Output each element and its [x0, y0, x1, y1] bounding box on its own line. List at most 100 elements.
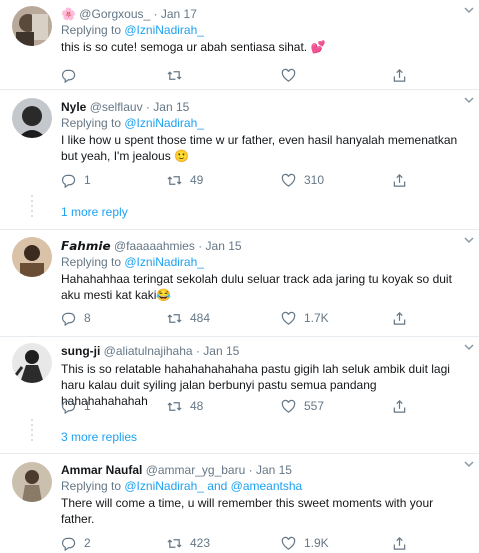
reply-count: 1	[84, 399, 91, 413]
reply-icon	[61, 400, 76, 414]
separator-dot: ·	[145, 100, 150, 114]
retweet-count: 49	[190, 173, 204, 187]
user-handle[interactable]: @aliatulnajihaha	[104, 344, 193, 358]
like-button[interactable]: 1.7K	[281, 309, 329, 327]
reply-count: 8	[84, 311, 91, 325]
retweet-count: 48	[190, 399, 204, 413]
tweet[interactable]: 🌸 @Gorgxous_ · Jan 17 Replying to @IzniN…	[0, 0, 479, 90]
tweet[interactable]: sung-ji @aliatulnajihaha · Jan 15 This i…	[0, 337, 479, 454]
separator-dot: ·	[195, 344, 200, 358]
user-handle[interactable]: @ammar_yg_baru	[146, 463, 246, 477]
reply-button[interactable]: 2	[61, 534, 91, 552]
reply-icon	[61, 69, 76, 83]
separator-dot: ·	[153, 7, 158, 21]
reply-icon	[61, 537, 76, 551]
separator-dot: ·	[248, 463, 253, 477]
retweet-icon	[167, 401, 182, 411]
replying-prefix: Replying to	[61, 479, 125, 493]
like-count: 1.9K	[304, 536, 329, 550]
like-icon	[281, 311, 296, 325]
retweet-icon	[167, 313, 182, 323]
retweet-button[interactable]: 49	[167, 171, 203, 189]
like-button[interactable]: 1.9K	[281, 534, 329, 552]
like-icon	[281, 68, 296, 82]
mention-link[interactable]: @IzniNadirah_	[124, 479, 204, 493]
retweet-icon	[167, 70, 182, 80]
more-replies-link[interactable]: 3 more replies	[61, 430, 137, 444]
user-handle[interactable]: @selflauv	[90, 100, 143, 114]
like-count: 557	[304, 399, 325, 413]
mention-join[interactable]: and	[204, 479, 231, 493]
tweet-actions: 1 49 310	[61, 171, 421, 189]
share-icon	[393, 536, 406, 550]
retweet-button[interactable]: 484	[167, 309, 210, 327]
retweet-button[interactable]: 423	[167, 534, 210, 552]
reply-button[interactable]: 1	[61, 397, 91, 415]
retweet-icon	[167, 538, 182, 548]
display-name[interactable]: Nyle	[61, 100, 86, 114]
more-replies-link[interactable]: 1 more reply	[61, 205, 128, 219]
like-button[interactable]: 310	[281, 171, 324, 189]
share-button[interactable]	[392, 534, 407, 552]
tweet[interactable]: 𝙁𝙖𝙝𝙢𝙞𝙚 @faaaaahmies · Jan 15 Replying to…	[0, 230, 479, 337]
like-button[interactable]: 557	[281, 397, 324, 415]
share-button[interactable]	[392, 309, 407, 327]
retweet-button[interactable]: 48	[167, 397, 203, 415]
like-count: 1.7K	[304, 311, 329, 325]
display-name[interactable]: 🌸	[61, 7, 76, 21]
mention-link[interactable]: @IzniNadirah_	[124, 255, 204, 269]
tweet-actions	[61, 66, 421, 84]
tweet-date[interactable]: Jan 17	[161, 7, 197, 21]
reply-button[interactable]	[61, 66, 84, 84]
replying-to: Replying to @IzniNadirah_ and @ameantsha	[61, 479, 465, 494]
replying-to: Replying to @IzniNadirah_	[61, 23, 465, 38]
replying-prefix: Replying to	[61, 116, 125, 130]
reply-button[interactable]: 8	[61, 309, 91, 327]
reply-count: 2	[84, 536, 91, 550]
mention-link[interactable]: @IzniNadirah_	[124, 23, 204, 37]
replying-prefix: Replying to	[61, 23, 125, 37]
like-button[interactable]	[281, 66, 304, 84]
tweet-actions: 2 423 1.9K	[61, 534, 421, 552]
retweet-icon	[167, 175, 182, 185]
user-handle[interactable]: @Gorgxous_	[79, 7, 150, 21]
like-icon	[281, 173, 296, 187]
avatar[interactable]	[12, 237, 52, 277]
avatar[interactable]	[12, 343, 52, 383]
tweet-date[interactable]: Jan 15	[153, 100, 189, 114]
tweet-text: I like how u spent those time w ur fathe…	[61, 133, 458, 163]
reply-button[interactable]: 1	[61, 171, 91, 189]
tweet[interactable]: Nyle @selflauv · Jan 15 Replying to @Izn…	[0, 90, 479, 230]
retweet-count: 484	[190, 311, 211, 325]
tweet-date[interactable]: Jan 15	[206, 239, 242, 253]
mention-link[interactable]: @IzniNadirah_	[124, 116, 204, 130]
display-name[interactable]: sung-ji	[61, 344, 100, 358]
tweet-date[interactable]: Jan 15	[256, 463, 292, 477]
share-icon	[393, 68, 406, 82]
retweet-button[interactable]	[167, 66, 190, 84]
avatar[interactable]	[12, 6, 52, 46]
reply-icon	[61, 312, 76, 326]
avatar[interactable]	[12, 462, 52, 502]
display-name[interactable]: 𝙁𝙖𝙝𝙢𝙞𝙚	[61, 239, 111, 253]
like-icon	[281, 536, 296, 550]
like-count: 310	[304, 173, 325, 187]
share-button[interactable]	[392, 397, 407, 415]
like-icon	[281, 399, 296, 413]
user-handle[interactable]: @faaaaahmies	[114, 239, 195, 253]
tweet-text: Hahahahhaa teringat sekolah dulu seluar …	[61, 272, 452, 302]
share-icon	[393, 173, 406, 187]
tweet-date[interactable]: Jan 15	[203, 344, 239, 358]
share-button[interactable]	[392, 66, 407, 84]
display-name[interactable]: Ammar Naufal	[61, 463, 142, 477]
reply-count: 1	[84, 173, 91, 187]
tweet[interactable]: Ammar Naufal @ammar_yg_baru · Jan 15 Rep…	[0, 454, 479, 553]
mention-link[interactable]: @ameantsha	[231, 479, 303, 493]
share-button[interactable]	[392, 171, 407, 189]
replying-to: Replying to @IzniNadirah_	[61, 255, 465, 270]
share-icon	[393, 399, 406, 413]
replying-prefix: Replying to	[61, 255, 125, 269]
retweet-count: 423	[190, 536, 211, 550]
separator-dot: ·	[198, 239, 203, 253]
avatar[interactable]	[12, 98, 52, 138]
